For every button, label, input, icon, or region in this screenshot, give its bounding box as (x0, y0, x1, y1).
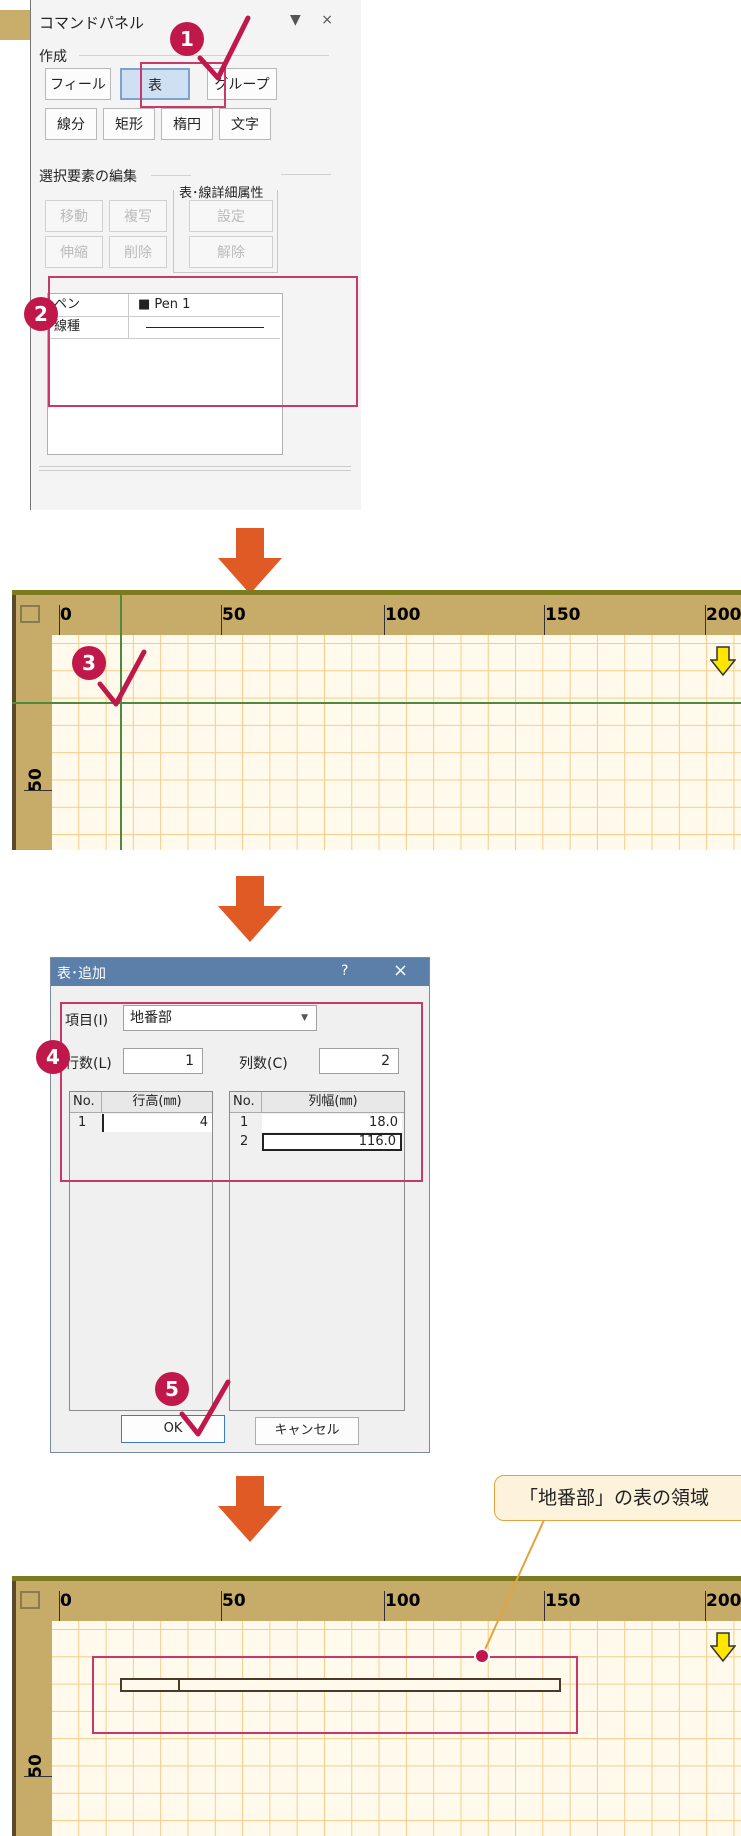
cad-view-result[interactable]: 0 50 100 150 200 50 (12, 1576, 741, 1836)
ruler-label-200: 200 (706, 605, 741, 625)
corner-icon (20, 1591, 40, 1609)
ruler-label-150: 150 (545, 1591, 581, 1611)
panel-window-controls[interactable]: ▼ × (290, 12, 341, 28)
ellipse-button[interactable]: 楕円 (161, 108, 213, 140)
stretch-button[interactable]: 伸縮 (45, 236, 103, 268)
highlight-property-grid (48, 276, 358, 407)
close-button[interactable]: × (393, 960, 408, 981)
down-arrow-icon (218, 1476, 282, 1542)
ruler-corner[interactable] (12, 595, 52, 635)
ruler-corner[interactable] (12, 1581, 52, 1621)
vertical-ruler-label-50: 50 (25, 768, 46, 792)
dialog-title: 表･追加 (57, 966, 106, 982)
text-button[interactable]: 文字 (219, 108, 271, 140)
dialog-titlebar: 表･追加 ? × (51, 958, 429, 986)
step-badge-2: 2 (24, 297, 58, 331)
copy-button[interactable]: 複写 (109, 200, 167, 232)
field-button[interactable]: フィールド (45, 68, 111, 125)
attr-set-button[interactable]: 設定 (189, 200, 273, 232)
down-arrow-icon (218, 876, 282, 942)
cad-view-step3[interactable]: 0 50 100 150 200 50 3 (12, 590, 741, 850)
ruler-label-150: 150 (545, 605, 581, 625)
edit-group-label: 選択要素の編集 (39, 169, 137, 185)
checkmark-icon (179, 1379, 231, 1437)
panel-title: コマンドパネル (39, 14, 145, 32)
down-scroll-arrow-icon[interactable] (710, 1632, 736, 1662)
down-scroll-arrow-icon[interactable] (710, 646, 736, 676)
down-arrow-icon (218, 528, 282, 594)
create-group-label: 作成 (39, 49, 67, 65)
callout-text: 「地番部」の表の領域 (519, 1487, 710, 1509)
vertical-ruler (12, 635, 52, 850)
ruler-label-0: 0 (60, 1591, 72, 1611)
ruler-label-100: 100 (385, 605, 421, 625)
checkmark-icon (197, 15, 251, 81)
table-area-callout: 「地番部」の表の領域 (494, 1475, 741, 1521)
corner-icon (20, 605, 40, 623)
cursor-vertical-line (120, 595, 122, 850)
ruler-label-50: 50 (222, 1591, 246, 1611)
ruler-label-50: 50 (222, 605, 246, 625)
ruler-label-100: 100 (385, 1591, 421, 1611)
ruler-label-0: 0 (60, 605, 72, 625)
command-panel-screenshot: コマンドパネル ▼ × 作成 フィールド 表 グループ 線分 矩形 楕円 文字 … (0, 0, 361, 510)
vertical-ruler-label-50: 50 (25, 1754, 46, 1778)
cancel-button[interactable]: キャンセル (255, 1417, 359, 1445)
callout-pointer (474, 1520, 545, 1664)
attr-clear-button[interactable]: 解除 (189, 236, 273, 268)
move-button[interactable]: 移動 (45, 200, 103, 232)
rectangle-button[interactable]: 矩形 (103, 108, 155, 140)
ruler-label-200: 200 (706, 1591, 741, 1611)
line-button[interactable]: 線分 (45, 108, 97, 140)
horizontal-ruler (12, 1581, 741, 1621)
delete-button[interactable]: 削除 (109, 236, 167, 268)
highlight-dialog-fields (60, 1002, 423, 1182)
checkmark-icon (97, 649, 147, 707)
vertical-ruler (12, 1621, 52, 1836)
step-badge-4: 4 (36, 1040, 70, 1074)
help-button[interactable]: ? (341, 963, 348, 979)
